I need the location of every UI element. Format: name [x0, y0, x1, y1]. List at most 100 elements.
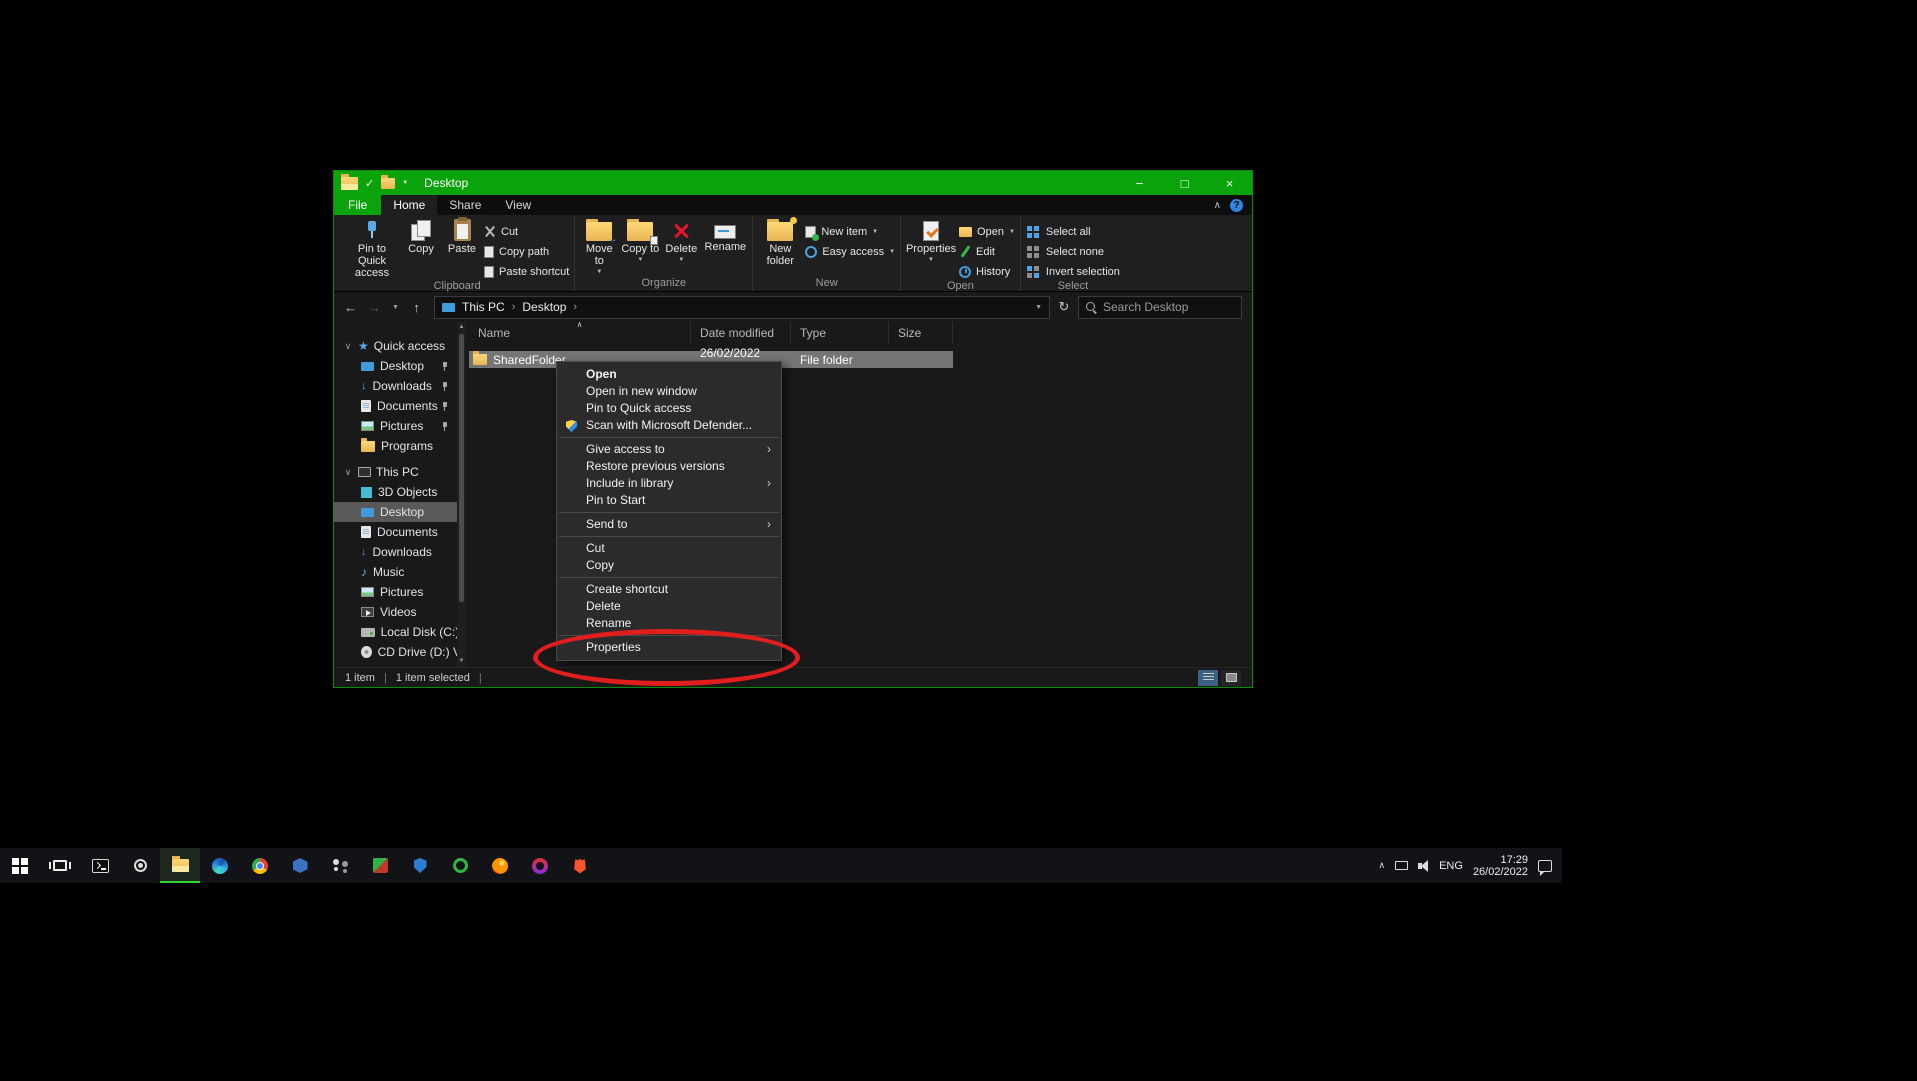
language-indicator[interactable]: ENG	[1439, 860, 1463, 872]
properties-button[interactable]: Properties ▼	[906, 217, 956, 263]
new-folder-qat-icon[interactable]	[381, 178, 395, 189]
close-button[interactable]: ×	[1207, 171, 1252, 195]
sidebar-scrollbar[interactable]: ▲ ▼	[457, 322, 466, 667]
sidebar-item-this-pc[interactable]: ∨ This PC	[334, 462, 457, 482]
column-header-name[interactable]: ∧ Name	[469, 322, 691, 344]
thumbnails-view-button[interactable]	[1221, 670, 1241, 686]
sidebar-item-vmshared[interactable]: vmShared (\\VB	[334, 662, 457, 667]
delete-button[interactable]: Delete ▼	[662, 217, 700, 263]
copy-button[interactable]: Copy	[402, 217, 440, 255]
history-button[interactable]: History	[959, 264, 1015, 279]
taskbar-firefox-button[interactable]	[480, 848, 520, 883]
context-menu-item-restore-previous-versions[interactable]: Restore previous versions	[557, 458, 781, 475]
address-box[interactable]: This PC › Desktop › ▼	[434, 296, 1050, 319]
volume-icon[interactable]	[1418, 863, 1422, 869]
help-icon[interactable]: ?	[1230, 199, 1243, 212]
context-menu-item-cut[interactable]: Cut	[557, 540, 781, 557]
taskbar-terminal-button[interactable]	[80, 848, 120, 883]
paste-button[interactable]: Paste	[443, 217, 481, 255]
context-menu-item-pin-to-quick-access[interactable]: Pin to Quick access	[557, 400, 781, 417]
taskbar-shield-app-button[interactable]	[400, 848, 440, 883]
sidebar-item-pictures[interactable]: Pictures	[334, 582, 457, 602]
move-to-button[interactable]: → Move to ▼	[580, 217, 618, 275]
scroll-down-icon[interactable]: ▼	[459, 657, 465, 666]
sidebar-item-3d-objects[interactable]: 3D Objects	[334, 482, 457, 502]
up-button[interactable]: ↑	[406, 300, 427, 315]
column-header-date-modified[interactable]: Date modified	[691, 322, 791, 344]
maximize-button[interactable]: □	[1162, 171, 1207, 195]
properties-qat-icon[interactable]: ✓	[365, 177, 374, 190]
taskbar-settings-button[interactable]	[120, 848, 160, 883]
tab-share[interactable]: Share	[437, 195, 493, 215]
new-folder-button[interactable]: New folder	[758, 217, 802, 267]
details-view-button[interactable]	[1198, 670, 1218, 686]
search-box[interactable]	[1078, 296, 1242, 319]
context-menu-item-copy[interactable]: Copy	[557, 557, 781, 574]
context-menu-item-delete[interactable]: Delete	[557, 598, 781, 615]
sidebar-item-quick-access[interactable]: ∨ ★ Quick access	[334, 336, 457, 356]
scrollbar-thumb[interactable]	[459, 334, 464, 602]
action-center-icon[interactable]	[1538, 860, 1552, 872]
title-bar[interactable]: ✓ ▼ Desktop − □ ×	[334, 171, 1252, 195]
copy-path-button[interactable]: Copy path	[484, 244, 569, 259]
sidebar-item-local-disk-c[interactable]: Local Disk (C:)	[334, 622, 457, 642]
collapse-ribbon-icon[interactable]: ∧	[1214, 200, 1221, 211]
paste-shortcut-button[interactable]: Paste shortcut	[484, 264, 569, 279]
tab-view[interactable]: View	[493, 195, 543, 215]
sidebar-item-videos[interactable]: Videos	[334, 602, 457, 622]
tab-home[interactable]: Home	[381, 195, 437, 215]
taskbar-green-app-button[interactable]	[440, 848, 480, 883]
display-tray-icon[interactable]	[1395, 861, 1408, 870]
context-menu-item-pin-to-start[interactable]: Pin to Start	[557, 492, 781, 509]
expand-chevron-icon[interactable]: ∨	[343, 341, 353, 352]
sidebar-item-documents-pinned[interactable]: Documents	[334, 396, 457, 416]
customize-qat-chevron-icon[interactable]: ▼	[402, 180, 408, 186]
taskbar-edge-button[interactable]	[200, 848, 240, 883]
sidebar-item-music[interactable]: ♪ Music	[334, 562, 457, 582]
invert-selection-button[interactable]: Invert selection	[1026, 264, 1120, 279]
pin-to-quick-access-button[interactable]: Pin to Quick access	[345, 217, 399, 279]
cut-button[interactable]: Cut	[484, 224, 569, 239]
hidden-icons-chevron-icon[interactable]: ∧	[1379, 860, 1386, 871]
sidebar-item-documents[interactable]: Documents	[334, 522, 457, 542]
context-menu-item-create-shortcut[interactable]: Create shortcut	[557, 581, 781, 598]
expand-chevron-icon[interactable]: ∨	[343, 467, 353, 478]
breadcrumb-this-pc[interactable]: This PC	[462, 300, 505, 314]
scroll-up-icon[interactable]: ▲	[459, 323, 465, 332]
taskbar-brave-button[interactable]	[560, 848, 600, 883]
clock[interactable]: 17:29 26/02/2022	[1473, 854, 1528, 878]
taskbar-virtualbox-button[interactable]	[280, 848, 320, 883]
taskbar-people-button[interactable]	[320, 848, 360, 883]
taskbar-file-explorer-button[interactable]	[160, 848, 200, 883]
context-menu-item-scan-with-defender[interactable]: Scan with Microsoft Defender...	[557, 417, 781, 434]
sidebar-item-downloads[interactable]: ↓ Downloads	[334, 542, 457, 562]
task-view-button[interactable]	[40, 848, 80, 883]
select-none-button[interactable]: Select none	[1026, 244, 1120, 259]
back-button[interactable]: ←	[340, 300, 361, 315]
easy-access-button[interactable]: Easy access ▼	[805, 244, 895, 259]
context-menu-item-open-in-new-window[interactable]: Open in new window	[557, 383, 781, 400]
minimize-button[interactable]: −	[1117, 171, 1162, 195]
sidebar-item-desktop-pinned[interactable]: Desktop	[334, 356, 457, 376]
address-dropdown-icon[interactable]: ▼	[1035, 304, 1042, 311]
column-header-type[interactable]: Type	[791, 322, 889, 344]
context-menu-item-send-to[interactable]: Send to ›	[557, 516, 781, 533]
sidebar-item-cd-drive-d[interactable]: CD Drive (D:) Vir	[334, 642, 457, 662]
context-menu-item-open[interactable]: Open	[557, 366, 781, 383]
forward-button[interactable]: →	[364, 300, 385, 315]
select-all-button[interactable]: Select all	[1026, 224, 1120, 239]
taskbar-app-button-1[interactable]	[360, 848, 400, 883]
breadcrumb-desktop[interactable]: Desktop	[522, 300, 566, 314]
search-input[interactable]	[1103, 300, 1234, 314]
refresh-button[interactable]: ↻	[1053, 299, 1075, 315]
context-menu-item-include-in-library[interactable]: Include in library ›	[557, 475, 781, 492]
new-item-button[interactable]: New item ▼	[805, 224, 895, 239]
sidebar-item-downloads-pinned[interactable]: ↓ Downloads	[334, 376, 457, 396]
rename-button[interactable]: Rename	[703, 217, 747, 253]
taskbar-chrome-button[interactable]	[240, 848, 280, 883]
context-menu-item-give-access-to[interactable]: Give access to ›	[557, 441, 781, 458]
taskbar-ring-app-button[interactable]	[520, 848, 560, 883]
copy-to-button[interactable]: Copy to ▼	[621, 217, 659, 263]
column-header-size[interactable]: Size	[889, 322, 953, 344]
sidebar-item-programs[interactable]: Programs	[334, 436, 457, 456]
